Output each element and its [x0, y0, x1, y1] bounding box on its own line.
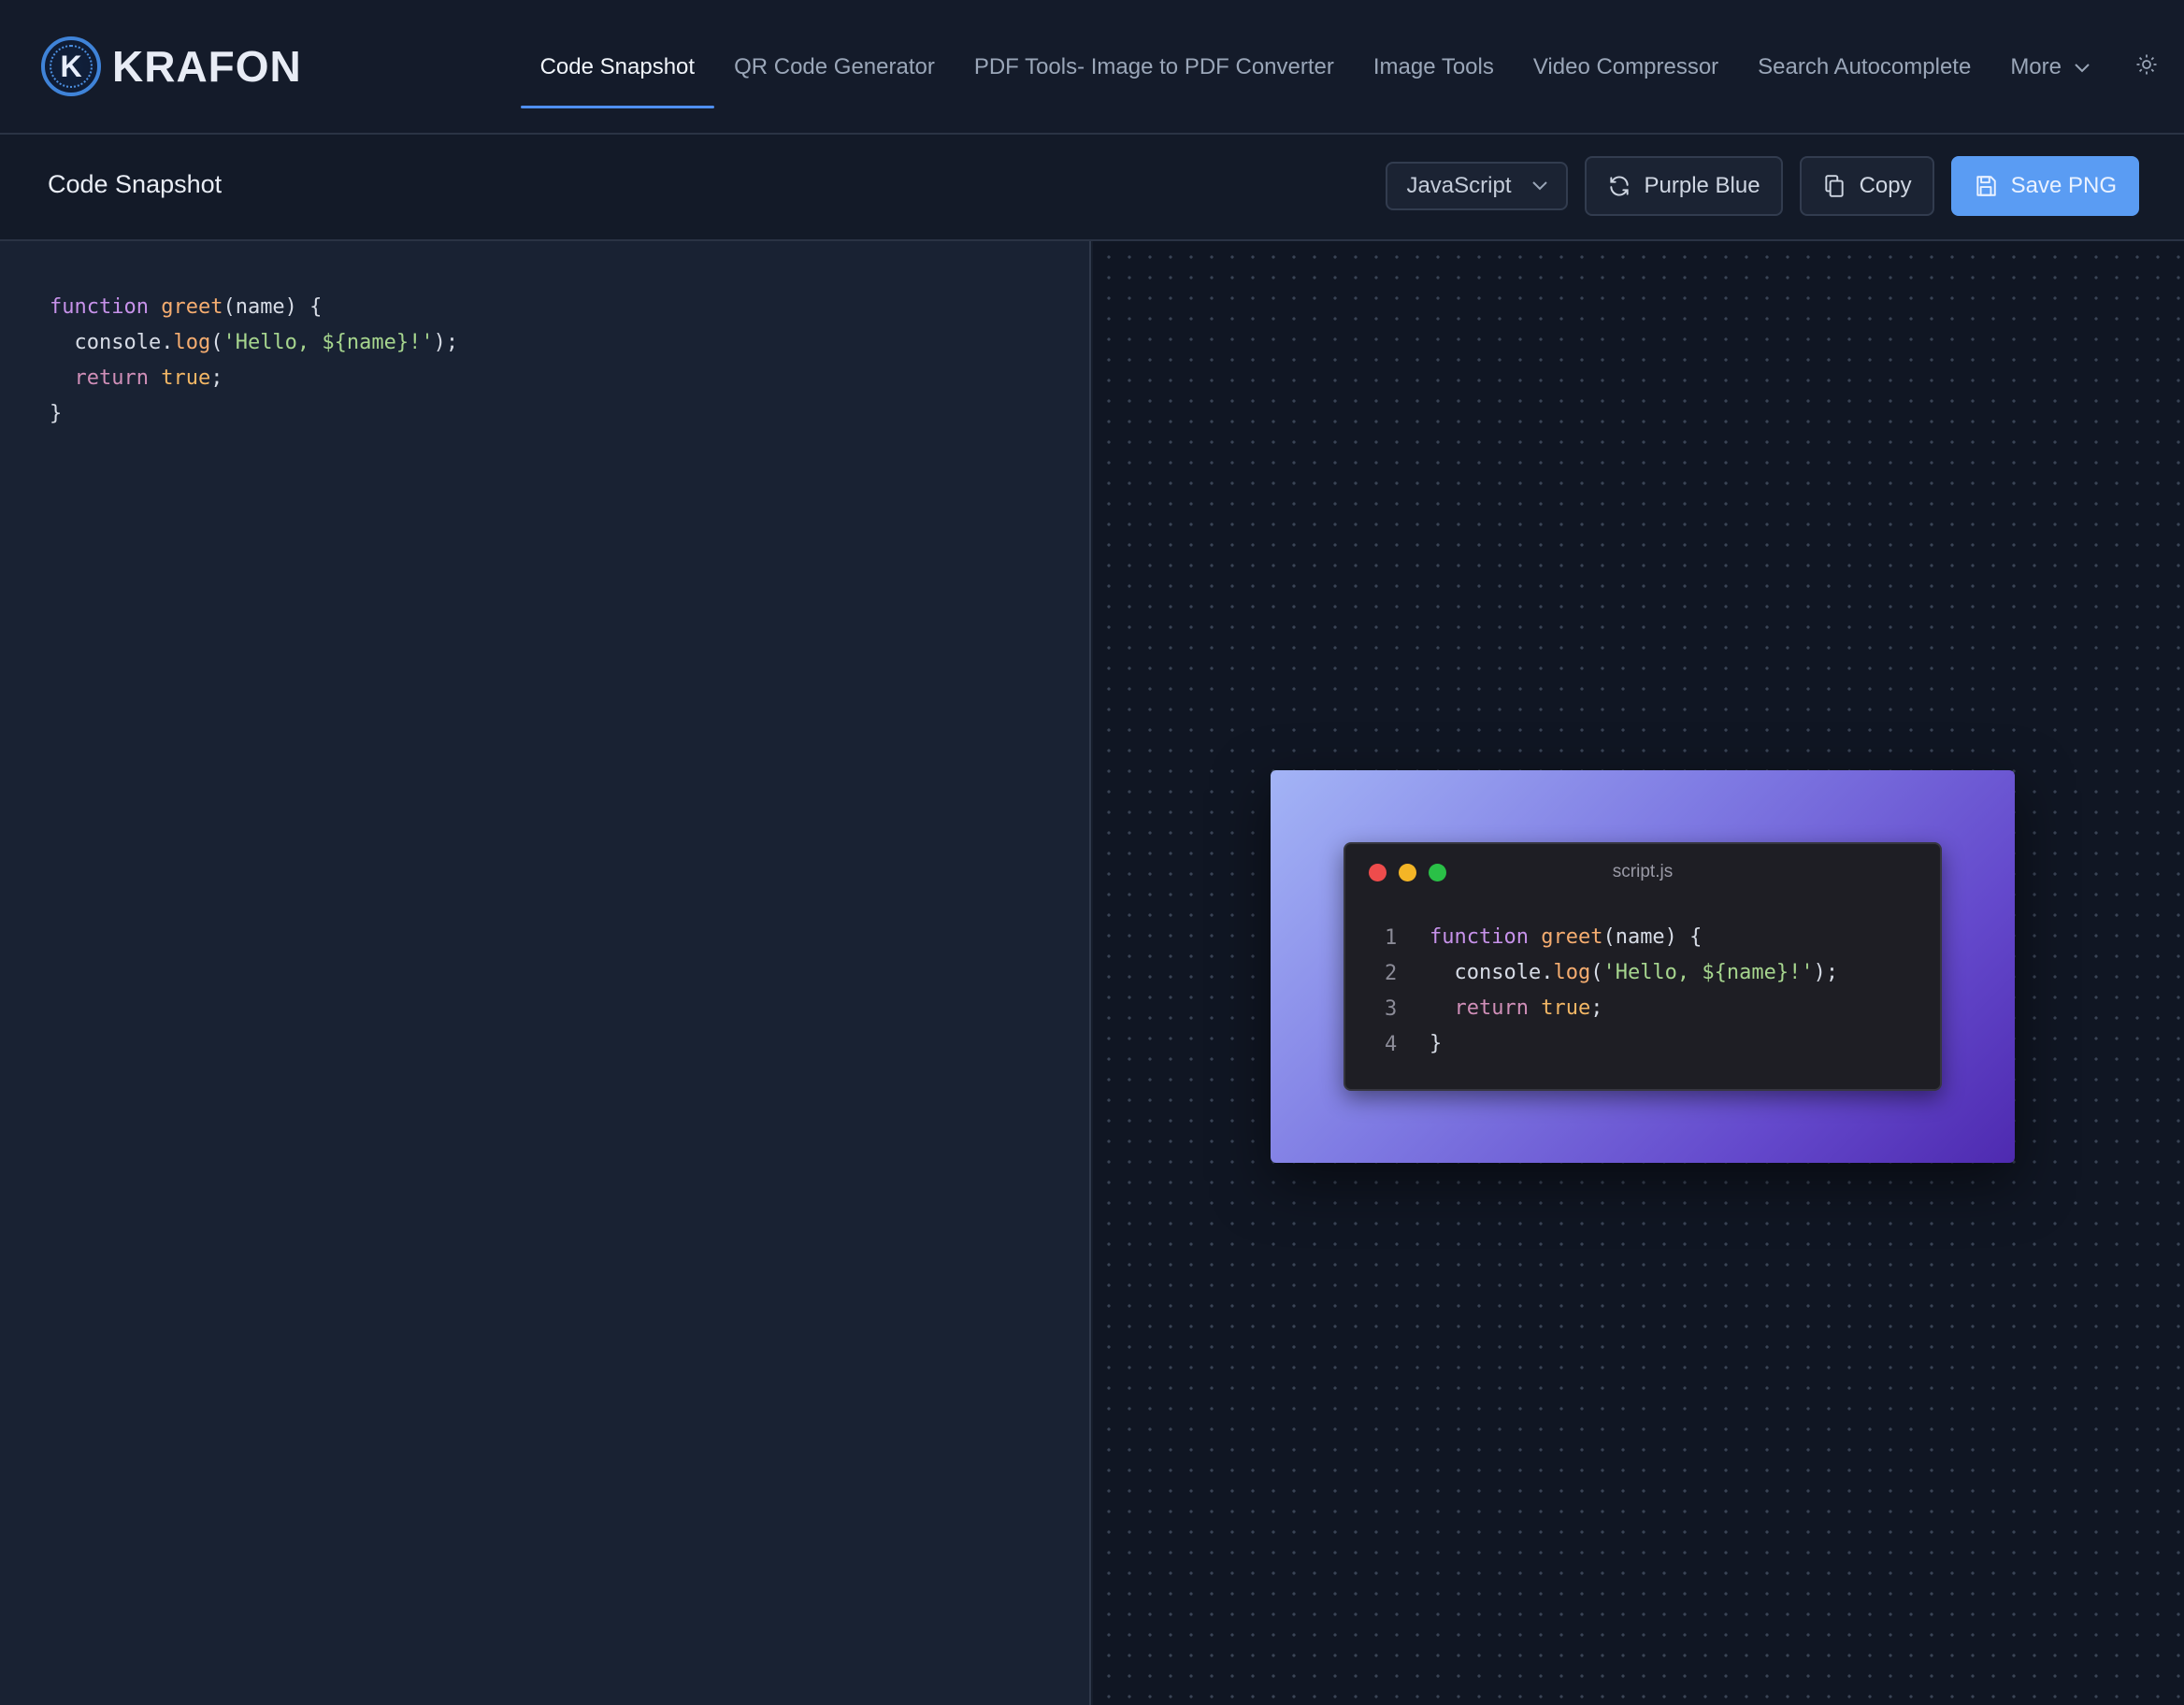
nav-search-autocomplete[interactable]: Search Autocomplete — [1738, 0, 1990, 135]
nav-label: PDF Tools- Image to PDF Converter — [973, 54, 1334, 79]
code-line: function greet(name) { — [50, 295, 323, 319]
nav-pdf-tools[interactable]: PDF Tools- Image to PDF Converter — [955, 0, 1354, 135]
copy-icon — [1822, 174, 1846, 198]
nav-video-compressor[interactable]: Video Compressor — [1514, 0, 1738, 135]
language-value: JavaScript — [1406, 173, 1512, 198]
brand-name: KRAFON — [112, 42, 302, 91]
line-number: 4 — [1385, 1032, 1398, 1056]
snapshot-code-line: 2 console.log('Hello, ${name}!'); — [1385, 955, 1838, 991]
theme-cycle-label: Purple Blue — [1644, 173, 1760, 198]
chevron-down-icon — [2075, 58, 2090, 78]
chevron-down-icon — [1531, 181, 1547, 191]
code-line: console.log('Hello, ${name}!'); — [50, 331, 459, 354]
snapshot-preview: script.js 1 function greet(name) { 2 conso… — [1093, 241, 2184, 1705]
theme-toggle-button[interactable] — [2109, 0, 2184, 135]
theme-cycle-button[interactable]: Purple Blue — [1584, 156, 1783, 216]
line-number: 3 — [1385, 996, 1398, 1021]
top-navigation: K KRAFON Code Snapshot QR Code Generator… — [0, 0, 2184, 135]
snapshot-code-line: 3 return true; — [1385, 991, 1838, 1026]
copy-button[interactable]: Copy — [1799, 156, 1934, 216]
nav-code-snapshot[interactable]: Code Snapshot — [520, 0, 715, 135]
snapshot-code-line: 4} — [1385, 1026, 1838, 1062]
code-input[interactable]: function greet(name) { console.log('Hell… — [50, 290, 458, 432]
nav-more-dropdown[interactable]: More — [1990, 0, 2109, 135]
refresh-icon — [1607, 174, 1631, 198]
nav-qr-code-generator[interactable]: QR Code Generator — [714, 0, 955, 135]
nav-image-tools[interactable]: Image Tools — [1354, 0, 1514, 135]
line-number: 2 — [1385, 961, 1398, 985]
snapshot-code: 1 function greet(name) { 2 console.log('He… — [1385, 920, 1838, 1062]
brand[interactable]: K KRAFON — [41, 34, 302, 99]
nav-label: QR Code Generator — [734, 54, 935, 79]
line-number: 1 — [1385, 925, 1398, 950]
language-select[interactable]: JavaScript — [1386, 162, 1568, 210]
logo-letter: K — [60, 49, 82, 83]
sun-icon — [2135, 53, 2158, 82]
code-editor[interactable]: function greet(name) { console.log('Hell… — [0, 241, 1091, 1705]
snapshot-code-text: function greet(name) { — [1430, 925, 1703, 949]
nav-label: Search Autocomplete — [1758, 54, 1972, 79]
brand-logo: K — [41, 36, 101, 96]
code-line: return true; — [74, 366, 223, 390]
toolbar-actions: JavaScript Purple Blue Copy Save PNG — [1386, 156, 2139, 216]
nav-label: More — [2010, 54, 2062, 79]
page-title: Code Snapshot — [48, 170, 223, 198]
snapshot-code-text: return true; — [1454, 996, 1603, 1020]
nav-label: Code Snapshot — [539, 54, 696, 79]
snapshot-code-text: console.log('Hello, ${name}!'); — [1430, 961, 1839, 984]
snapshot-gradient-frame: script.js 1 function greet(name) { 2 conso… — [1271, 770, 2015, 1163]
nav-label: Image Tools — [1372, 54, 1494, 79]
save-png-label: Save PNG — [2010, 173, 2117, 198]
snapshot-code-line: 1 function greet(name) { — [1385, 920, 1838, 955]
copy-label: Copy — [1859, 173, 1912, 198]
save-icon — [1974, 174, 1998, 198]
main-nav: Code Snapshot QR Code Generator PDF Tool… — [520, 0, 2184, 135]
toolbar: Code Snapshot JavaScript Purple Blue Cop… — [0, 135, 2184, 241]
nav-label: Video Compressor — [1532, 54, 1719, 79]
code-line: } — [50, 402, 63, 425]
save-png-button[interactable]: Save PNG — [1950, 156, 2139, 216]
snapshot-filename: script.js — [1612, 862, 1674, 881]
snapshot-code-text: } — [1430, 1032, 1443, 1055]
snapshot-code-window: script.js 1 function greet(name) { 2 conso… — [1343, 842, 1942, 1091]
